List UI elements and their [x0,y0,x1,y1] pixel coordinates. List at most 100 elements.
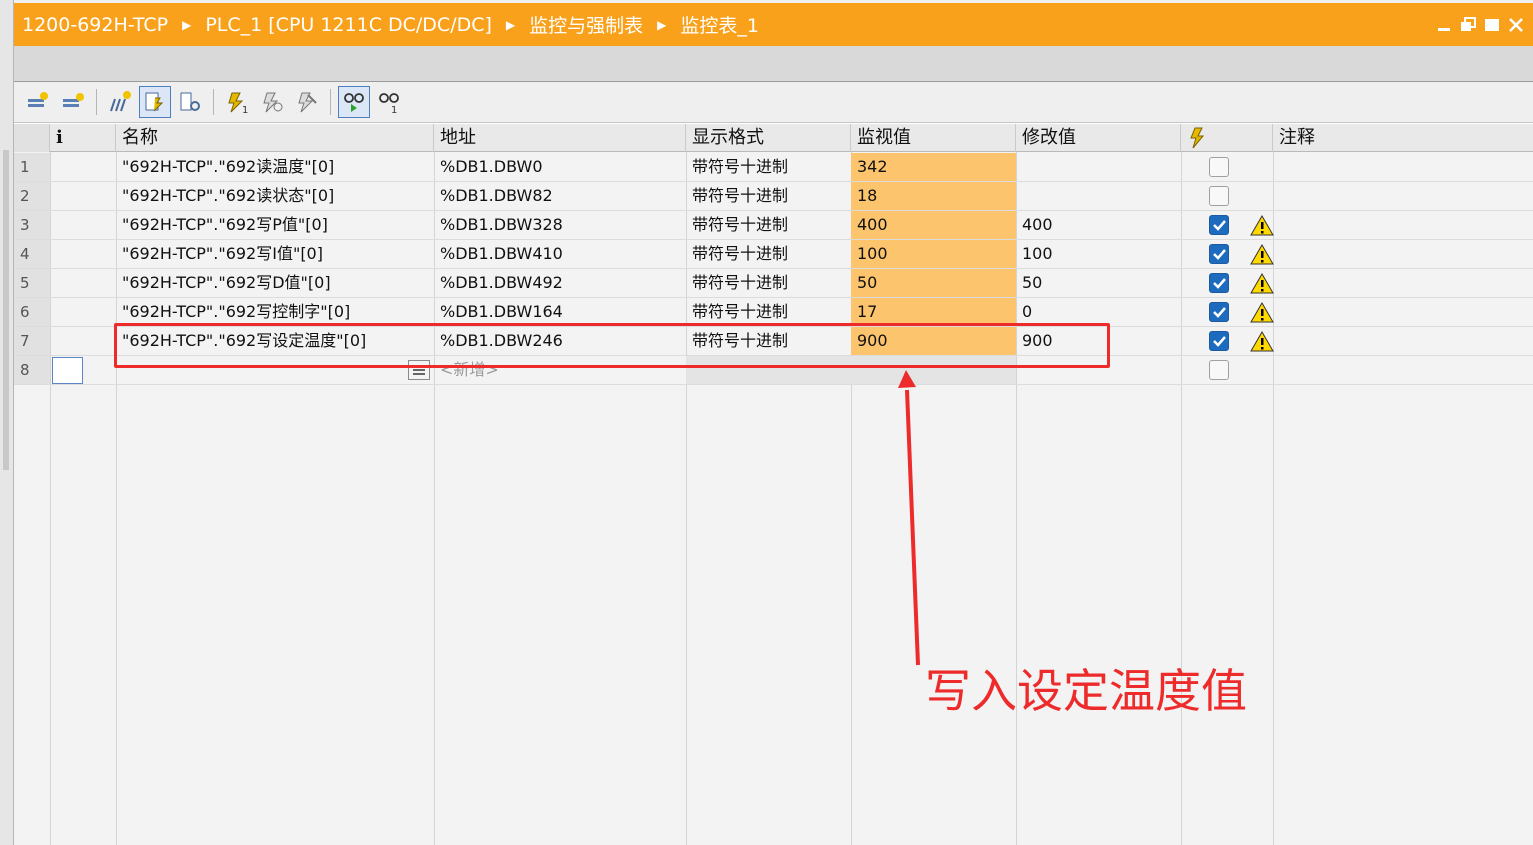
row-number[interactable]: 6 [14,298,50,326]
modify-value-cell[interactable] [1016,153,1181,181]
breadcrumb-separator-icon: ▶ [657,17,667,32]
modify-value-cell[interactable]: 50 [1016,269,1181,297]
insert-comment-row-icon[interactable] [104,86,136,118]
restore-icon[interactable] [1459,16,1477,34]
monitor-value-cell: 18 [851,182,1016,210]
tag-name-cell[interactable]: "692H-TCP"."692读状态"[0] [116,182,434,210]
display-format-cell[interactable]: 带符号十进制 [686,211,851,239]
modify-trigger-icon[interactable] [256,86,288,118]
add-row-icon[interactable] [57,86,89,118]
display-format-cell[interactable]: 带符号十进制 [686,298,851,326]
lightning-icon [1190,127,1205,149]
column-header-display-format[interactable]: 显示格式 [686,124,851,152]
tag-name-cell[interactable]: "692H-TCP"."692写D值"[0] [116,269,434,297]
row-number[interactable]: 7 [14,327,50,355]
close-icon[interactable] [1507,16,1525,34]
display-format-cell[interactable]: 带符号十进制 [686,182,851,210]
insert-row-icon[interactable] [22,86,54,118]
modify-checkbox[interactable] [1209,244,1229,264]
warning-icon [1250,244,1274,265]
watch-table: i 名称 地址 显示格式 监视值 修改值 注释 1 "692H-TCP"."69… [14,124,1533,845]
window-controls [1435,16,1533,34]
modify-checkbox[interactable] [1209,302,1229,322]
svg-text:1: 1 [242,105,248,115]
extended-mode-icon[interactable] [174,86,206,118]
breadcrumb-watch-force-tables[interactable]: 监控与强制表 [529,11,643,38]
breadcrumb-plc[interactable]: PLC_1 [CPU 1211C DC/DC/DC] [205,14,492,36]
column-header-comment[interactable]: 注释 [1273,124,1533,152]
address-cell[interactable]: %DB1.DBW82 [434,182,686,210]
column-header-monitor-value[interactable]: 监视值 [851,124,1016,152]
table-row[interactable]: 5 "692H-TCP"."692写D值"[0] %DB1.DBW492 带符号… [14,269,1533,298]
modify-checkbox[interactable] [1209,157,1229,177]
modify-checkbox[interactable] [1209,215,1229,235]
toolbar: 1 1 [14,82,1533,123]
column-header-modify-value[interactable]: 修改值 [1016,124,1181,152]
display-format-cell[interactable]: 带符号十进制 [686,153,851,181]
breadcrumb-separator-icon: ▶ [182,17,192,32]
display-format-cell[interactable]: 带符号十进制 [686,269,851,297]
address-cell[interactable]: %DB1.DBW492 [434,269,686,297]
modify-checkbox[interactable] [1209,360,1229,380]
force-values-icon[interactable] [139,86,171,118]
modify-value-cell[interactable]: 0 [1016,298,1181,326]
minimize-icon[interactable] [1435,16,1453,34]
table-row[interactable]: 1 "692H-TCP"."692读温度"[0] %DB1.DBW0 带符号十进… [14,153,1533,182]
tag-name-cell[interactable]: "692H-TCP"."692写I值"[0] [116,240,434,268]
display-format-cell[interactable]: 带符号十进制 [686,240,851,268]
tag-name-cell[interactable]: "692H-TCP"."692读温度"[0] [116,153,434,181]
breadcrumb-separator-icon: ▶ [505,17,516,32]
warning-icon [1250,215,1274,236]
column-header-info[interactable]: i [50,124,116,152]
breadcrumb-project[interactable]: 1200-692H-TCP [22,14,168,36]
monitor-table-window: 1200-692H-TCP ▶ PLC_1 [CPU 1211C DC/DC/D… [0,0,1533,845]
address-cell[interactable]: %DB1.DBW164 [434,298,686,326]
monitor-value-cell: 100 [851,240,1016,268]
toolbar-separator [213,89,214,115]
annotation-label: 写入设定温度值 [925,664,1247,718]
modify-value-cell[interactable] [1016,182,1181,210]
monitor-value-cell: 17 [851,298,1016,326]
breadcrumb-watch-table[interactable]: 监控表_1 [680,11,759,38]
table-row[interactable]: 4 "692H-TCP"."692写I值"[0] %DB1.DBW410 带符号… [14,240,1533,269]
row-number[interactable]: 3 [14,211,50,239]
modify-checkbox[interactable] [1209,186,1229,206]
monitor-value-cell: 400 [851,211,1016,239]
maximize-icon[interactable] [1483,16,1501,34]
highlight-box [114,323,1110,368]
tag-name-cell[interactable]: "692H-TCP"."692写控制字"[0] [116,298,434,326]
row-number[interactable]: 1 [14,153,50,181]
warning-icon [1250,331,1274,352]
address-cell[interactable]: %DB1.DBW0 [434,153,686,181]
row-number[interactable]: 2 [14,182,50,210]
modify-value-cell[interactable]: 400 [1016,211,1181,239]
column-header-address[interactable]: 地址 [434,124,686,152]
row-number[interactable]: 8 [14,356,50,384]
editor-header-strip [14,46,1533,82]
left-panel-strip[interactable] [0,0,14,845]
info-cell-selected[interactable] [52,357,83,384]
column-header-name[interactable]: 名称 [116,124,434,152]
toolbar-separator [96,89,97,115]
table-row[interactable]: 2 "692H-TCP"."692读状态"[0] %DB1.DBW82 带符号十… [14,182,1533,211]
title-bar: 1200-692H-TCP ▶ PLC_1 [CPU 1211C DC/DC/D… [14,0,1533,46]
address-cell[interactable]: %DB1.DBW410 [434,240,686,268]
monitor-value-cell: 342 [851,153,1016,181]
left-scrollbar[interactable] [3,150,9,470]
modify-checkbox[interactable] [1209,273,1229,293]
monitor-once-icon[interactable]: 1 [373,86,405,118]
modify-value-cell[interactable]: 100 [1016,240,1181,268]
modify-now-icon[interactable]: 1 [221,86,253,118]
row-number[interactable]: 4 [14,240,50,268]
table-header: i 名称 地址 显示格式 监视值 修改值 注释 [14,124,1533,152]
warning-icon [1250,302,1274,323]
address-cell[interactable]: %DB1.DBW328 [434,211,686,239]
svg-text:1: 1 [391,105,397,115]
modify-checkbox[interactable] [1209,331,1229,351]
monitor-all-icon[interactable] [338,86,370,118]
disable-peripheral-icon[interactable] [291,86,323,118]
row-number[interactable]: 5 [14,269,50,297]
column-header-modify-flag[interactable] [1181,124,1273,152]
tag-name-cell[interactable]: "692H-TCP"."692写P值"[0] [116,211,434,239]
table-row[interactable]: 3 "692H-TCP"."692写P值"[0] %DB1.DBW328 带符号… [14,211,1533,240]
